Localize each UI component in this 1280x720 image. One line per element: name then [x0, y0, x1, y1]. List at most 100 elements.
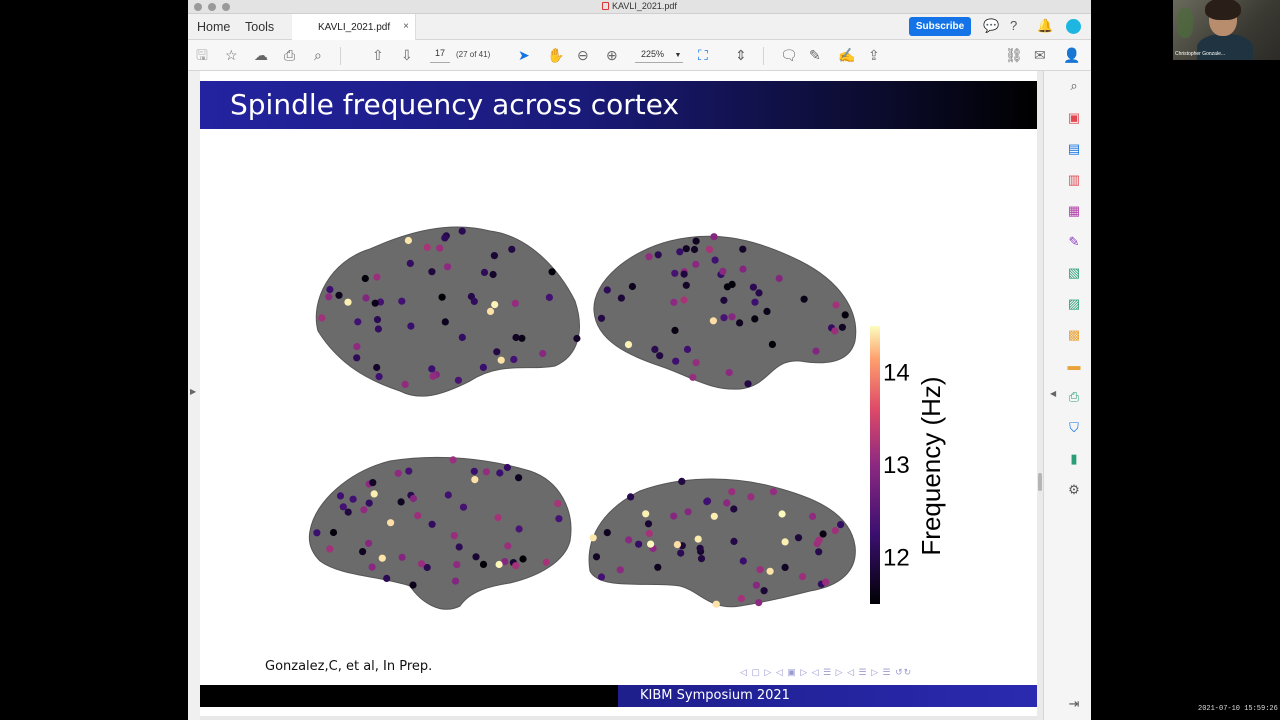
sign-icon[interactable]: ✍ [838, 46, 855, 64]
tools-side-panel: ◀ ⌕ ▣ ▤ ▥ ▦ ✎ ▧ ▨ ▩ ▬ ⎙ ⛉ ▮ ⚙ ⇥ [1043, 71, 1091, 720]
zoom-in-icon[interactable]: ⊕ [606, 46, 618, 64]
expand-panel-icon[interactable]: ⇥ [1066, 696, 1082, 712]
electrode-point [494, 514, 502, 522]
electrode-point [326, 285, 334, 294]
electrode-point [451, 577, 460, 585]
zoom-out-icon[interactable]: ⊖ [577, 46, 589, 64]
colorbar-tick-label: 14 [883, 359, 910, 386]
protect-shield-icon[interactable]: ⛉ [1066, 420, 1082, 436]
recording-timestamp: 2021-07-10 15:59:26 [1198, 705, 1278, 713]
edit-pdf-icon[interactable]: ▦ [1066, 203, 1082, 219]
email-icon[interactable]: ✉ [1034, 46, 1046, 64]
next-page-icon[interactable]: ⇩ [401, 46, 413, 64]
electrode-point [353, 354, 361, 362]
electrode-point [370, 490, 378, 498]
previous-page-icon[interactable]: ⇧ [372, 46, 384, 64]
print-production-icon[interactable]: ⎙ [1066, 389, 1082, 405]
electrode-point [683, 345, 692, 353]
profile-avatar[interactable] [1066, 19, 1081, 34]
scroll-mode-icon[interactable]: ⇕ [735, 46, 747, 64]
electrode-point [676, 248, 684, 256]
notifications-bell-icon[interactable]: 🔔 [1037, 18, 1053, 34]
electrode-point [616, 566, 624, 574]
page-number-input[interactable]: 17 [430, 48, 450, 63]
comment-panel-icon[interactable]: ▬ [1066, 358, 1082, 374]
more-tools-icon[interactable]: ⚙ [1066, 482, 1082, 498]
electrode-point [837, 521, 845, 529]
electrode-point [670, 512, 678, 520]
electrode-point [656, 352, 664, 360]
save-icon[interactable]: 🖫 [196, 46, 208, 64]
electrode-point [471, 476, 479, 484]
collapse-arrow-icon[interactable]: ◀ [1050, 389, 1056, 398]
bookmark-star-icon[interactable]: ☆ [225, 46, 238, 64]
electrode-point [512, 333, 520, 342]
upload-cloud-icon[interactable]: ☁ [254, 46, 268, 64]
electrode-point [781, 563, 789, 571]
electrode-point [682, 245, 690, 253]
home-tab[interactable]: Home [197, 20, 230, 34]
electrode-point [603, 529, 611, 537]
electrode-point [406, 259, 414, 267]
colorbar-tick-label: 12 [883, 545, 910, 572]
electrode-point [548, 268, 556, 276]
electrode-point [723, 499, 731, 507]
fit-page-icon[interactable]: ⛶ [698, 46, 708, 64]
electrode-point [624, 341, 633, 349]
search-panel-icon[interactable]: ⌕ [1066, 78, 1082, 94]
electrode-point [751, 298, 759, 306]
send-review-icon[interactable]: ▧ [1066, 265, 1082, 281]
background-plant [1177, 8, 1193, 38]
print-icon[interactable]: ⎙ [284, 46, 295, 64]
link-icon[interactable]: ⛓ [1005, 46, 1023, 64]
export-pdf-icon[interactable]: ▤ [1066, 141, 1082, 157]
organize-pages-icon[interactable]: ▥ [1066, 172, 1082, 188]
share-arrow-icon[interactable]: ⇪ [868, 46, 880, 64]
electrode-point [398, 553, 406, 561]
electrode-point [766, 567, 774, 575]
close-tab-icon[interactable]: × [403, 21, 409, 32]
brain-lateral-right [593, 235, 857, 390]
scan-ocr-icon[interactable]: ▩ [1066, 327, 1082, 343]
electrode-point [458, 227, 466, 235]
highlight-pen-icon[interactable]: ✎ [809, 46, 821, 64]
document-tab[interactable]: KAVLI_2021.pdf × [292, 14, 416, 40]
electrode-point [739, 265, 747, 273]
electrode-point [368, 563, 376, 571]
left-panel-toggle[interactable]: ▶ [188, 71, 200, 720]
electrode-point [680, 270, 688, 278]
pdf-page: Spindle frequency across cortex 12 13 14… [200, 71, 1037, 716]
electrode-point [491, 301, 499, 309]
comment-icon[interactable]: 💬 [983, 18, 999, 34]
person-hair [1205, 0, 1241, 20]
electrode-point [710, 512, 718, 520]
electrode-point [470, 297, 478, 305]
hand-tool-icon[interactable]: ✋ [547, 46, 564, 64]
subscribe-button[interactable]: Subscribe [909, 17, 971, 36]
electrode-point [760, 587, 768, 595]
help-icon[interactable]: ? [1010, 18, 1017, 33]
rich-media-icon[interactable]: ▮ [1066, 451, 1082, 467]
zoom-select[interactable]: 225% ▼ [635, 49, 683, 63]
electrode-point [326, 545, 334, 553]
electrode-point [428, 268, 436, 276]
scroll-thumb[interactable] [1038, 473, 1042, 491]
add-user-icon[interactable]: 👤 [1063, 46, 1080, 64]
electrode-point [490, 252, 498, 260]
tools-tab[interactable]: Tools [245, 20, 274, 34]
select-cursor-icon[interactable]: ➤ [518, 46, 530, 64]
electrode-point [511, 299, 519, 307]
electrode-point [444, 491, 452, 499]
compare-icon[interactable]: ▨ [1066, 296, 1082, 312]
create-pdf-icon[interactable]: ▣ [1066, 110, 1082, 126]
electrode-point [809, 512, 817, 520]
electrode-point [407, 322, 415, 330]
colorbar-ticks: 12 13 14 [883, 359, 910, 571]
add-comment-icon[interactable]: 🗨 [780, 46, 798, 64]
fill-sign-icon[interactable]: ✎ [1066, 234, 1082, 250]
electrode-point [625, 536, 633, 544]
electrode-point [749, 283, 757, 291]
beamer-navigation[interactable]: ◁ ▢ ▷ ◁ ▣ ▷ ◁ ☰ ▷ ◁ ☰ ▷ ☰ ↺↻ [740, 667, 912, 678]
search-zoom-icon[interactable]: ⌕ [314, 46, 322, 64]
electrode-point [555, 515, 563, 523]
